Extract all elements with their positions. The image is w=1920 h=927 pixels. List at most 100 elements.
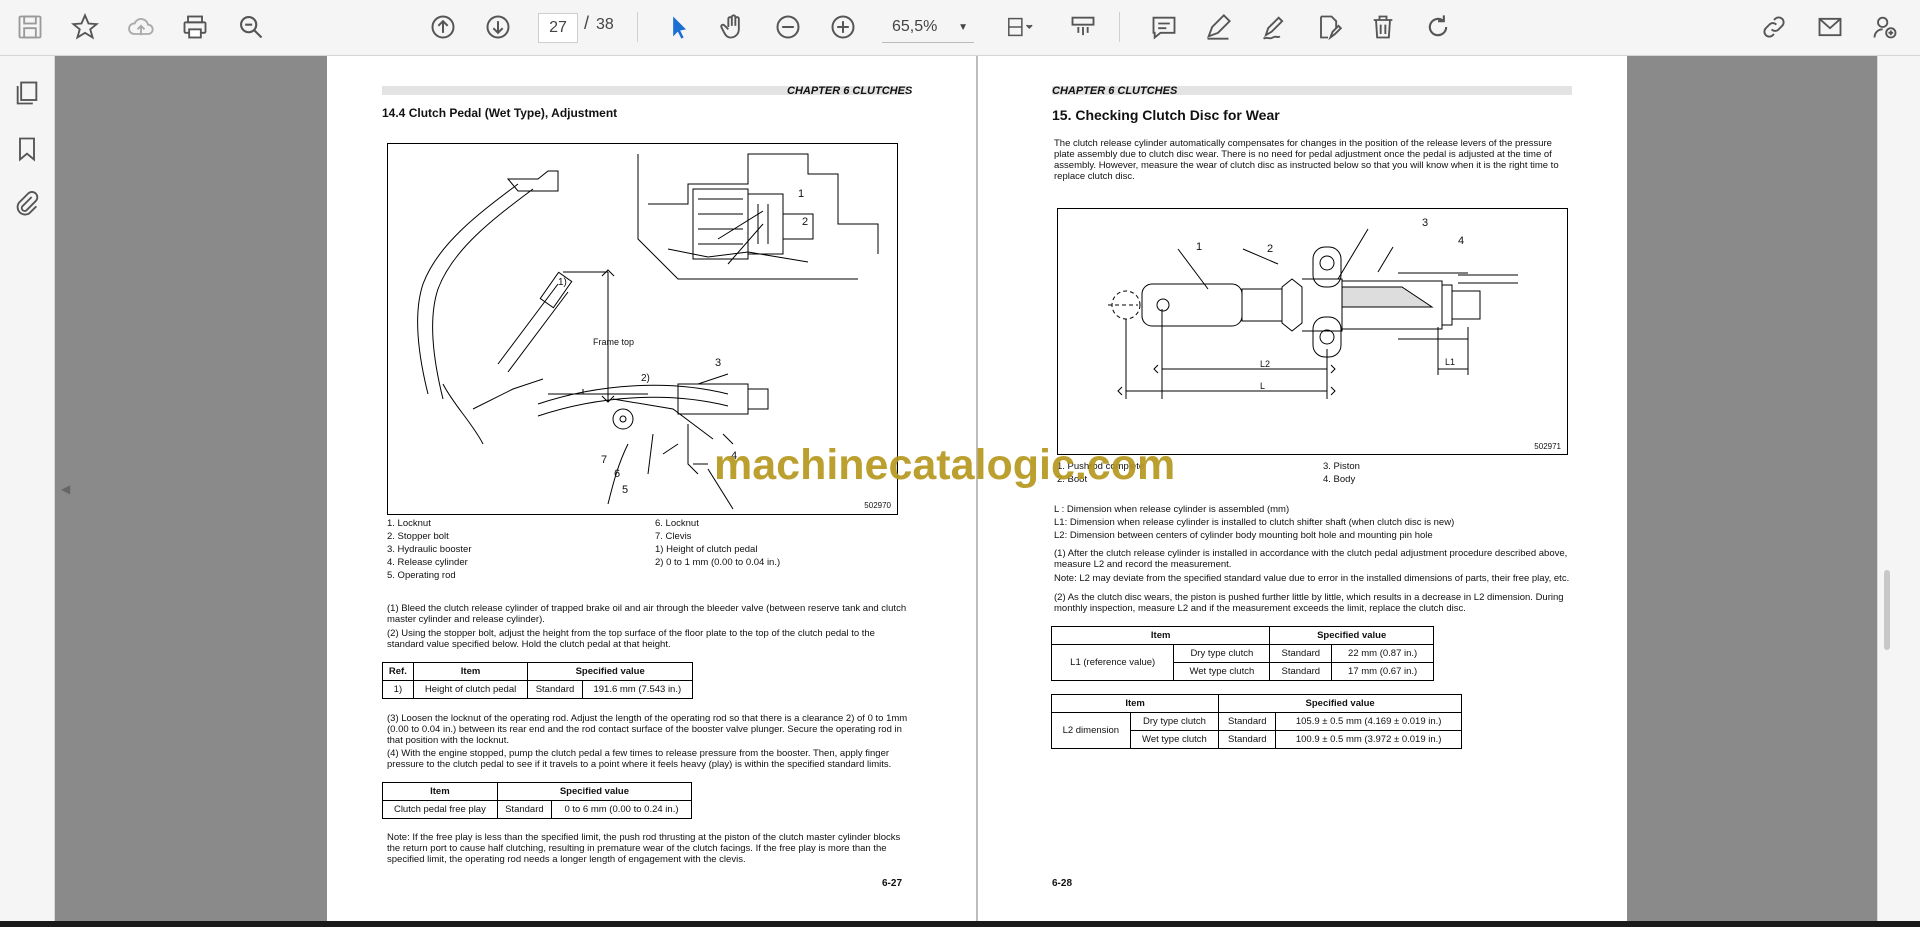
dimension-definitions: L : Dimension when release cylinder is a…	[1054, 504, 1574, 541]
figure-number: 502970	[864, 501, 891, 510]
table-cell: Dry type clutch	[1173, 644, 1271, 663]
right-side-panel	[1877, 56, 1920, 927]
step-1: (1) Bleed the clutch release cylinder of…	[387, 603, 907, 625]
pages-icon[interactable]	[10, 76, 44, 110]
table-cell: Wet type clutch	[1129, 730, 1220, 749]
table-cell: 17 mm (0.67 in.)	[1331, 662, 1434, 681]
table-cell: 0 to 6 mm (0.00 to 0.24 in.)	[550, 800, 693, 819]
zoom-search-icon[interactable]	[234, 10, 268, 44]
legend-item: 1) Height of clutch pedal	[655, 544, 758, 555]
main-toolbar: 27 / 38 65,5% ▼	[0, 0, 1920, 56]
dimension-label-l1: L1	[1445, 357, 1456, 367]
l2-table: Item Specified value L2 dimension Dry ty…	[1050, 694, 1462, 749]
bookmark-star-icon[interactable]	[68, 10, 102, 44]
share-link-icon[interactable]	[1757, 10, 1791, 44]
table-header: Item	[412, 662, 529, 681]
table-header: Specified value	[1269, 626, 1434, 645]
legend-item: 3. Hydraulic booster	[387, 544, 472, 555]
legend-item: 4. Body	[1323, 474, 1356, 485]
pedal-height-table: Ref. Item Specified value 1) Height of c…	[382, 662, 694, 699]
figure-callout-2: 2	[1267, 243, 1274, 255]
legend-right: 6. Locknut 7. Clevis 1) Height of clutch…	[655, 518, 905, 568]
release-cylinder-figure: 1 2 3 4 L2 L L1 502971	[1057, 208, 1568, 455]
attachments-icon[interactable]	[10, 187, 44, 221]
table-cell: Standard	[1218, 712, 1277, 731]
bottom-edge	[0, 921, 1920, 927]
table-cell: Standard	[1269, 644, 1333, 663]
dimension-label-l2: L2	[1260, 359, 1271, 369]
cloud-upload-icon[interactable]	[124, 10, 158, 44]
table-header: Item	[382, 782, 498, 801]
scan-icon[interactable]	[1066, 10, 1100, 44]
pen-icon[interactable]	[1201, 10, 1235, 44]
dimension-definition: L : Dimension when release cylinder is a…	[1054, 504, 1290, 515]
sign-icon[interactable]	[1257, 10, 1291, 44]
page-number: 6-27	[882, 878, 903, 889]
table-cell: Standard	[496, 800, 552, 819]
zoom-level-select[interactable]: 65,5% ▼	[882, 12, 974, 43]
table-cell: 191.6 mm (7.543 in.)	[581, 680, 694, 699]
table-header: Specified value	[527, 662, 693, 681]
legend-right: 3. Piston 4. Body	[1323, 461, 1523, 485]
print-icon[interactable]	[178, 10, 212, 44]
edit-pdf-icon[interactable]	[1311, 10, 1345, 44]
legend-item: 6. Locknut	[655, 518, 699, 529]
figure-callout-5: 5	[622, 484, 629, 496]
table-header: Ref.	[382, 662, 414, 681]
note: Note: If the free play is less than the …	[387, 832, 901, 865]
figure-callout-4: 4	[1458, 235, 1465, 247]
page-down-icon[interactable]	[481, 10, 515, 44]
figure-callout-2: 2	[802, 216, 809, 228]
vertical-scrollbar[interactable]	[1884, 570, 1890, 650]
legend-item: 1. Locknut	[387, 518, 431, 529]
step-1: (1) After the clutch release cylinder is…	[1054, 548, 1568, 570]
table-cell: Standard	[527, 680, 583, 699]
select-arrow-icon[interactable]	[662, 10, 696, 44]
legend-item: 3. Piston	[1323, 461, 1360, 472]
intro-paragraph: The clutch release cylinder automaticall…	[1054, 138, 1559, 182]
chevron-down-icon: ▼	[958, 21, 968, 33]
toolbar-divider	[637, 12, 638, 42]
table-cell: 105.9 ± 0.5 mm (4.169 ± 0.019 in.)	[1275, 712, 1462, 731]
hand-icon[interactable]	[716, 10, 750, 44]
free-play-table: Item Specified value Clutch pedal free p…	[382, 782, 693, 819]
dimension-label-l: L	[1260, 381, 1266, 391]
table-cell: L2 dimension	[1051, 712, 1131, 749]
mail-icon[interactable]	[1813, 10, 1847, 44]
figure-callout-3: 3	[715, 357, 722, 369]
comment-icon[interactable]	[1147, 10, 1181, 44]
dimension-definition: L1: Dimension when release cylinder is i…	[1054, 517, 1455, 528]
table-cell: Standard	[1269, 662, 1333, 681]
section-heading: 14.4 Clutch Pedal (Wet Type), Adjustment	[382, 106, 618, 120]
table-header: Item	[1050, 626, 1271, 645]
figure-label-frame-top: Frame top	[593, 337, 635, 347]
zoom-out-icon[interactable]	[771, 10, 805, 44]
bookmarks-icon[interactable]	[10, 132, 44, 166]
zoom-in-icon[interactable]	[826, 10, 860, 44]
delete-icon[interactable]	[1366, 10, 1400, 44]
table-cell: Standard	[1218, 730, 1277, 749]
current-page-input[interactable]: 27	[538, 13, 578, 43]
collapse-left-panel-icon[interactable]: ◀	[61, 482, 70, 496]
figure-label-1): 1)	[558, 277, 567, 288]
table-cell: Wet type clutch	[1173, 662, 1271, 681]
save-icon[interactable]	[13, 10, 47, 44]
dimension-definition: L2: Dimension between centers of cylinde…	[1054, 530, 1433, 541]
table-row: Clutch pedal free play Standard 0 to 6 m…	[382, 800, 693, 819]
step-3: (3) Loosen the locknut of the operating …	[387, 713, 908, 746]
account-icon[interactable]	[1868, 10, 1902, 44]
table-row: 1) Height of clutch pedal Standard 191.6…	[382, 680, 694, 699]
figure-callout-1: 1	[798, 188, 805, 200]
figure-callout-1: 1	[1196, 241, 1203, 253]
section-heading: 15. Checking Clutch Disc for Wear	[1052, 107, 1280, 123]
fit-page-icon[interactable]	[998, 10, 1042, 44]
page-up-icon[interactable]	[426, 10, 460, 44]
redo-icon[interactable]	[1421, 10, 1455, 44]
table-header: Specified value	[1218, 694, 1462, 713]
legend-item: 4. Release cylinder	[387, 557, 468, 568]
figure-callout-7: 7	[601, 454, 608, 466]
legend-item: 7. Clevis	[655, 531, 692, 542]
release-cylinder-drawing	[1108, 228, 1518, 399]
table-header: Specified value	[496, 782, 693, 801]
figure-callout-6: 6	[614, 468, 621, 480]
